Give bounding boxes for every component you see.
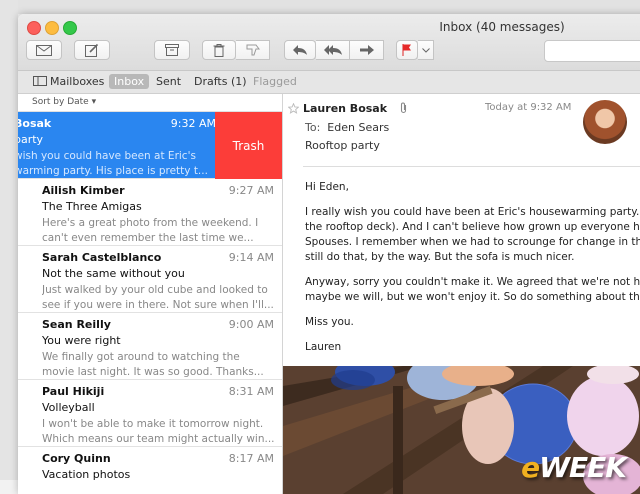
list-item-selected[interactable]: Bosak 9:32 AM party wish you could have … xyxy=(18,112,282,179)
desktop-edge xyxy=(0,0,18,480)
time: 9:27 AM xyxy=(228,184,274,197)
compose-icon xyxy=(85,43,99,57)
subject: party xyxy=(18,133,44,146)
list-item[interactable]: Sean Reilly 9:00 AM You were right We fi… xyxy=(18,313,282,380)
junk-icon xyxy=(246,44,260,56)
chevron-down-icon xyxy=(421,47,430,53)
compose-button[interactable] xyxy=(74,40,110,60)
delete-button[interactable] xyxy=(202,40,236,60)
search-field[interactable] xyxy=(544,40,640,62)
list-item[interactable]: Ailish Kimber 9:27 AM The Three Amigas H… xyxy=(18,179,282,246)
archive-icon xyxy=(165,44,179,56)
reply-icon xyxy=(293,45,307,55)
subject: You were right xyxy=(42,334,121,347)
list-item[interactable]: Cory Quinn 8:17 AM Vacation photos xyxy=(18,447,282,494)
sender: Sarah Castelblanco xyxy=(42,251,162,264)
sidebar-icon xyxy=(33,76,47,86)
favorite-inbox[interactable]: Inbox xyxy=(109,74,150,89)
preview: We finally got around to watching the mov… xyxy=(42,351,264,378)
message-sender: Lauren Bosak xyxy=(303,102,388,115)
message-date: Today at 9:32 AM xyxy=(485,102,572,113)
sender: Sean Reilly xyxy=(42,318,111,331)
forward-icon xyxy=(359,45,374,55)
subject: Vacation photos xyxy=(42,468,131,481)
sender: Cory Quinn xyxy=(42,452,111,465)
desktop-background xyxy=(0,0,640,14)
time: 8:31 AM xyxy=(228,385,274,398)
flag-menu-button[interactable] xyxy=(418,40,434,60)
sender: Bosak xyxy=(18,117,52,130)
subject: The Three Amigas xyxy=(42,200,142,213)
time: 8:17 AM xyxy=(228,452,274,465)
preview: wish you could have been at Eric's warmin… xyxy=(18,150,208,177)
avatar xyxy=(583,100,627,144)
sort-menu[interactable]: Sort by Date ▾ xyxy=(18,94,282,112)
favorite-sent[interactable]: Sent xyxy=(151,74,186,89)
message-subject: Rooftop party xyxy=(305,139,380,152)
envelope-icon xyxy=(36,44,52,56)
header-divider xyxy=(303,166,640,167)
favorites-bar: Mailboxes Inbox Sent Drafts (1) Flagged xyxy=(18,71,640,94)
list-item[interactable]: Paul Hikiji 8:31 AM Volleyball I won't b… xyxy=(18,380,282,447)
time: 9:00 AM xyxy=(228,318,274,331)
junk-button[interactable] xyxy=(236,40,270,60)
attachment-icon xyxy=(400,102,407,114)
star-icon[interactable] xyxy=(288,103,299,114)
flag-button[interactable] xyxy=(396,40,418,60)
preview: Just walked by your old cube and looked … xyxy=(42,284,274,311)
get-mail-button[interactable] xyxy=(26,40,62,60)
swipe-trash-button[interactable]: Trash xyxy=(215,112,282,179)
trash-icon xyxy=(213,43,225,57)
mailboxes-toggle[interactable]: Mailboxes xyxy=(28,74,109,89)
sender: Paul Hikiji xyxy=(42,385,105,398)
subject: Not the same without you xyxy=(42,267,185,280)
flag-icon xyxy=(402,44,411,56)
sender: Ailish Kimber xyxy=(42,184,125,197)
favorite-drafts[interactable]: Drafts (1) xyxy=(189,74,252,89)
archive-button[interactable] xyxy=(154,40,190,60)
reply-all-button[interactable] xyxy=(316,40,350,60)
time: 9:14 AM xyxy=(228,251,274,264)
message-body: Hi Eden, I really wish you could have be… xyxy=(305,181,640,353)
message-recipient: To: Eden Sears xyxy=(305,121,390,134)
reply-all-icon xyxy=(323,45,342,55)
preview: Here's a great photo from the weekend. I… xyxy=(42,217,259,244)
title-bar: Inbox (40 messages) xyxy=(18,14,640,71)
favorite-flagged[interactable]: Flagged xyxy=(248,74,302,89)
message-viewer: Lauren Bosak Today at 9:32 AM To: Eden S… xyxy=(283,94,640,494)
subject: Volleyball xyxy=(42,401,95,414)
preview: I won't be able to make it tomorrow nigh… xyxy=(42,418,274,445)
message-list: Sort by Date ▾ Bosak 9:32 AM party wish … xyxy=(18,94,283,494)
mail-window: Inbox (40 messages) Mailboxes Inbox Sent… xyxy=(18,14,640,494)
window-title: Inbox (40 messages) xyxy=(439,20,565,34)
forward-button[interactable] xyxy=(350,40,384,60)
watermark-logo: eWEEK xyxy=(521,451,627,484)
attached-photo[interactable]: eWEEK xyxy=(283,366,640,494)
time: 9:32 AM xyxy=(170,117,216,130)
reply-button[interactable] xyxy=(284,40,316,60)
list-item[interactable]: Sarah Castelblanco 9:14 AM Not the same … xyxy=(18,246,282,313)
